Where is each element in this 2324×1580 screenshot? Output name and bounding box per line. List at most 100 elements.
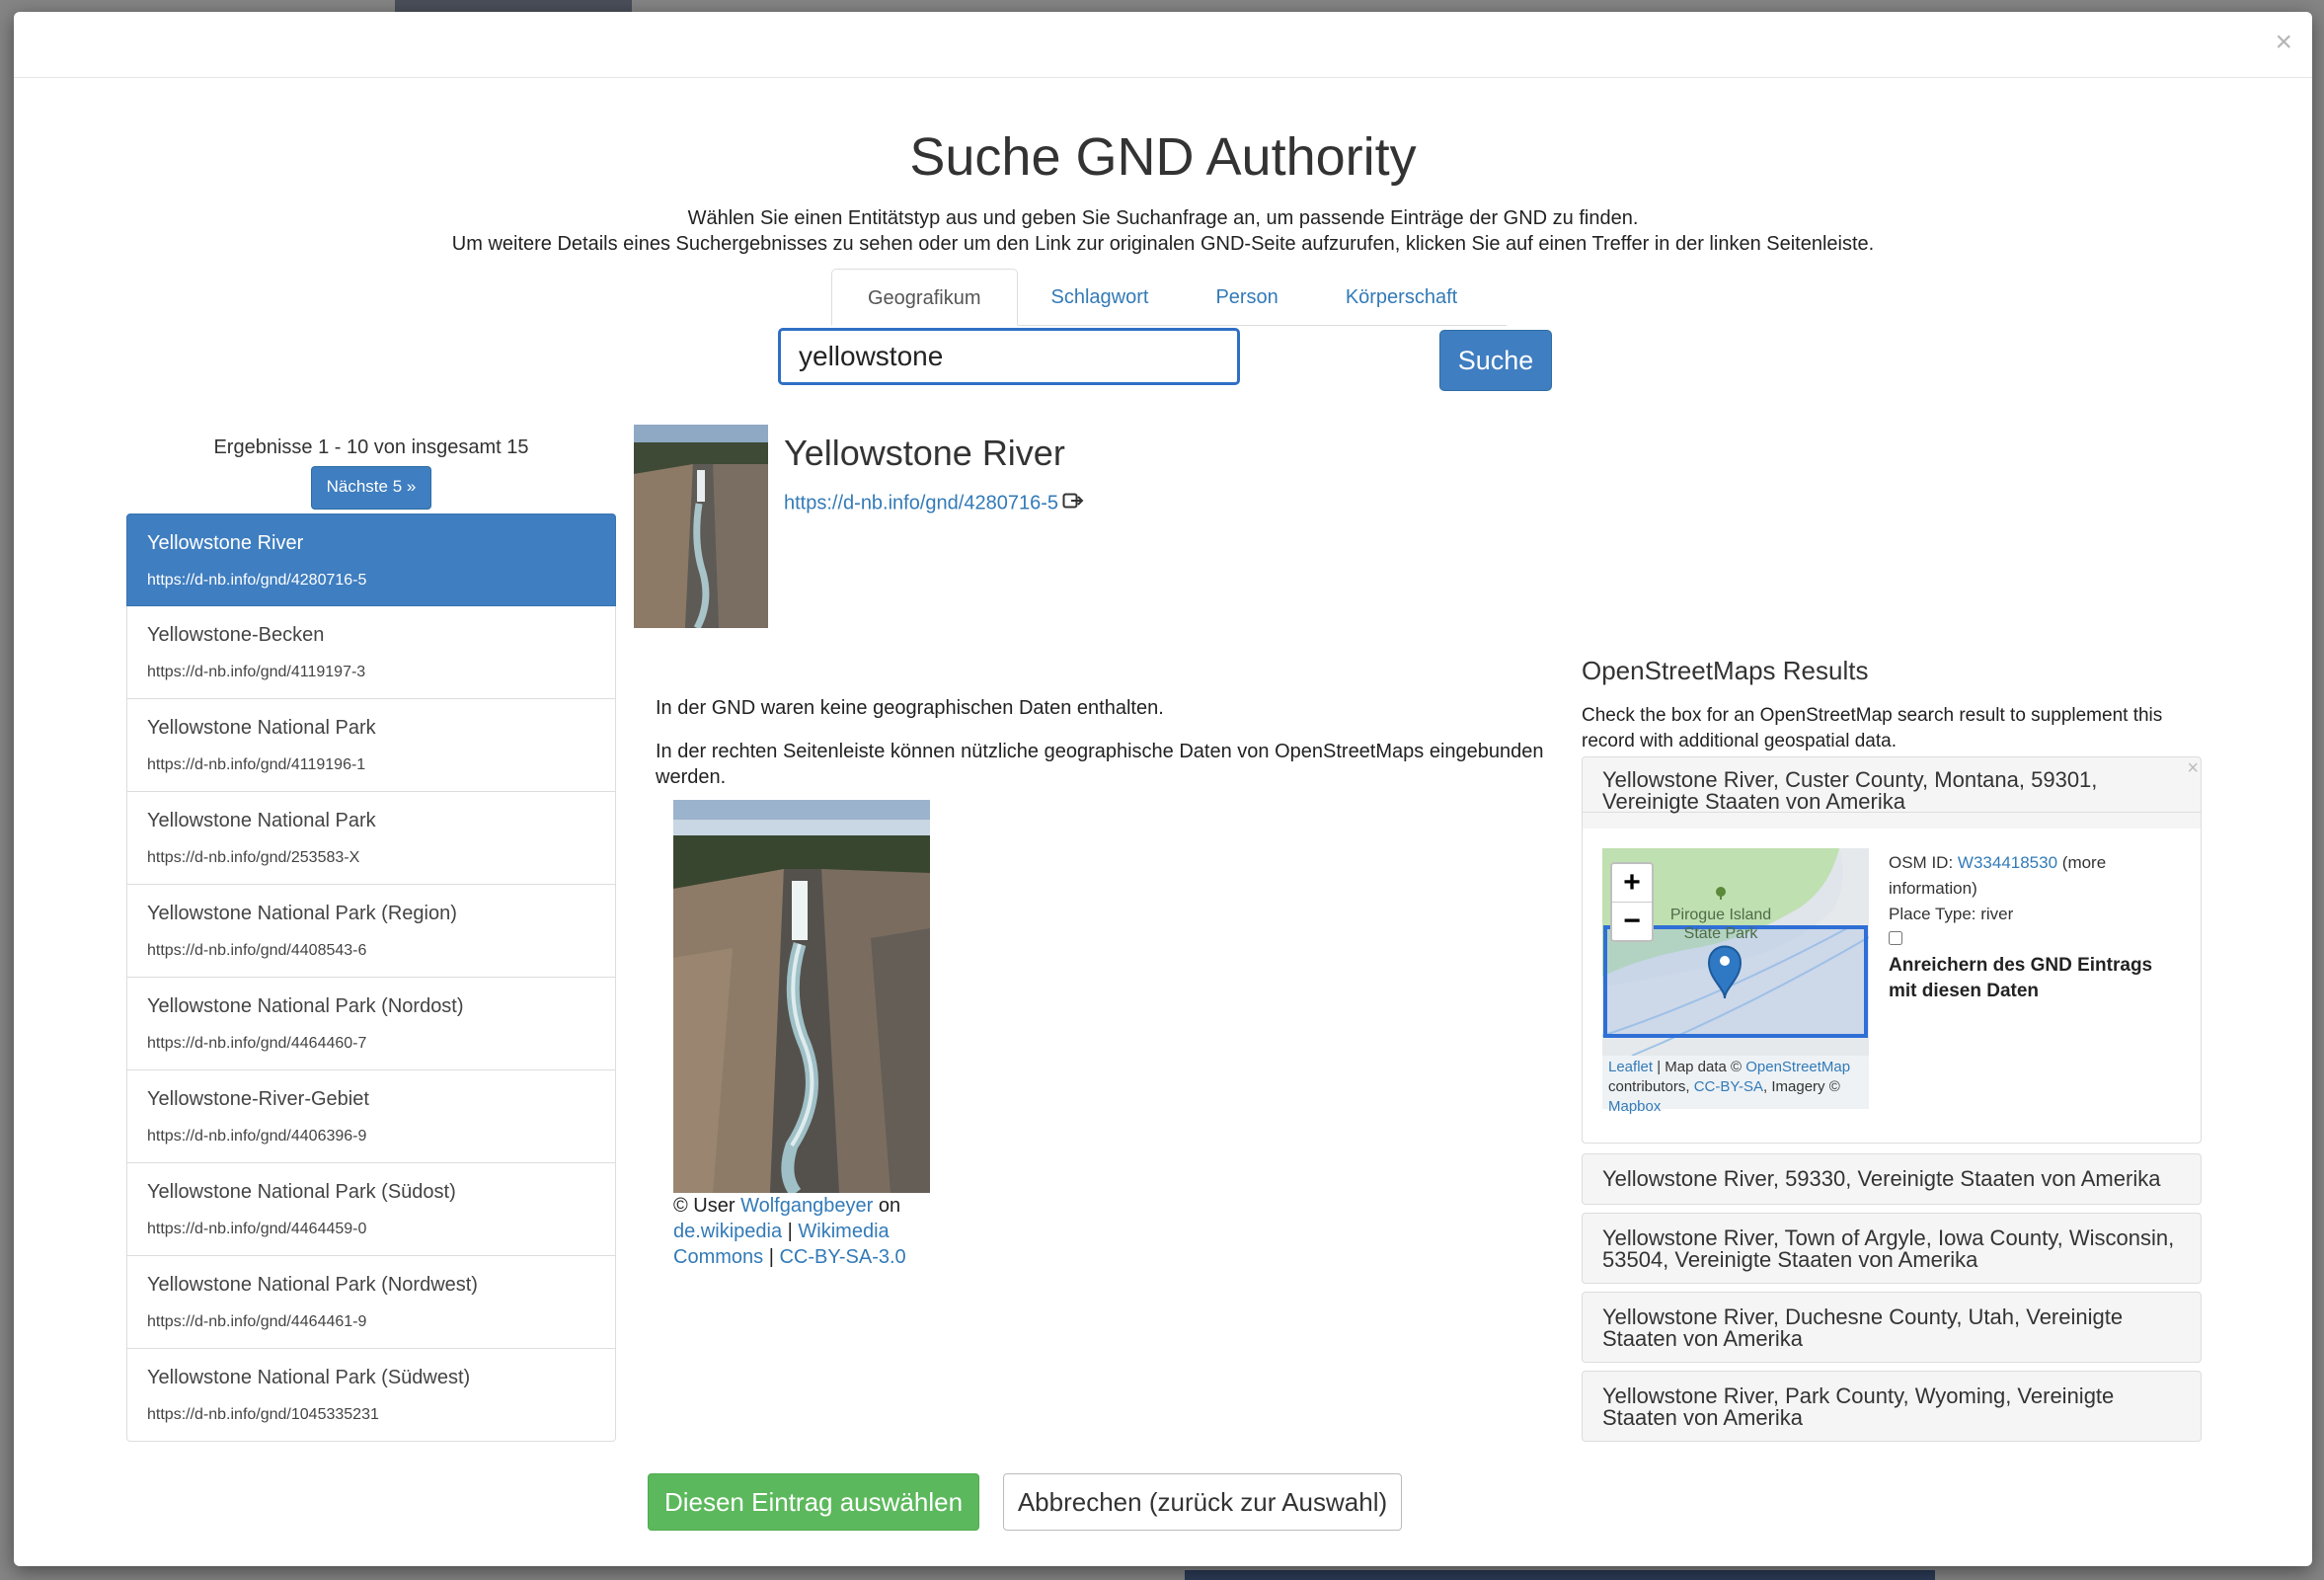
tab-schlagwort[interactable]: Schlagwort — [1018, 269, 1183, 326]
result-label: Yellowstone National Park (Nordost) — [147, 995, 464, 1017]
next-results-button[interactable]: Nächste 5 » — [311, 466, 431, 510]
tab-koerperschaft[interactable]: Körperschaft — [1312, 269, 1491, 326]
detail-info: In der GND waren keine geographischen Da… — [656, 695, 1544, 808]
map-zoom-control: + − — [1610, 862, 1654, 942]
modal-title: Suche GND Authority — [909, 127, 1417, 187]
result-item[interactable]: Yellowstone National Park (Südost) https… — [126, 1163, 616, 1256]
credit-user-link[interactable]: Wolfgangbeyer — [740, 1195, 873, 1217]
zoom-in-button[interactable]: + — [1612, 864, 1652, 903]
result-label: Yellowstone National Park (Südost) — [147, 1181, 456, 1203]
osm-result-title[interactable]: Yellowstone River, Custer County, Montan… — [1583, 757, 2201, 813]
result-item[interactable]: Yellowstone-River-Gebiet https://d-nb.in… — [126, 1070, 616, 1163]
result-label: Yellowstone River — [147, 532, 304, 554]
credit-separator: | — [787, 1221, 793, 1242]
result-url: https://d-nb.info/gnd/4119196-1 — [147, 756, 366, 773]
image-credit: © User Wolfgangbeyer on de.wikipedia | W… — [673, 1193, 930, 1270]
osm-result-panel[interactable]: Yellowstone River, 59330, Vereinigte Sta… — [1582, 1153, 2202, 1205]
osm-id-row: OSM ID: W334418530 (more information) — [1889, 850, 2185, 902]
credit-on: on — [878, 1195, 901, 1217]
select-entry-button[interactable]: Diesen Eintrag auswählen — [648, 1473, 979, 1531]
result-item[interactable]: Yellowstone National Park https://d-nb.i… — [126, 792, 616, 885]
canyon-thumbnail-image — [634, 425, 768, 628]
sidebar-hint-text: In der rechten Seitenleiste können nützl… — [656, 741, 1544, 788]
openstreetmap-link[interactable]: OpenStreetMap — [1745, 1059, 1850, 1075]
result-label: Yellowstone National Park — [147, 810, 376, 831]
osm-info: OSM ID: W334418530 (more information) Pl… — [1889, 850, 2185, 1004]
description-line-2: Um weitere Details eines Suchergebnisses… — [451, 233, 1875, 255]
attribution-text: | Map data © — [1657, 1059, 1743, 1075]
map-attribution: Leaflet | Map data © OpenStreetMap contr… — [1602, 1056, 1869, 1115]
modal-header: × — [14, 12, 2312, 78]
modal-description: Wählen Sie einen Entitätstyp aus und geb… — [14, 205, 2312, 257]
credit-license-link[interactable]: CC-BY-SA-3.0 — [779, 1246, 905, 1268]
detail-image — [673, 800, 930, 1193]
description-line-1: Wählen Sie einen Entitätstyp aus und geb… — [687, 207, 1639, 229]
detail-gnd-link[interactable]: https://d-nb.info/gnd/4280716-5 — [784, 492, 1084, 515]
mapbox-link[interactable]: Mapbox — [1608, 1098, 1661, 1115]
detail-link-text[interactable]: https://d-nb.info/gnd/4280716-5 — [784, 492, 1058, 514]
results-count: Ergebnisse 1 - 10 von insgesamt 15 — [213, 436, 529, 458]
no-geo-data-text: In der GND waren keine geographischen Da… — [656, 697, 1164, 719]
result-label: Yellowstone-River-Gebiet — [147, 1088, 369, 1110]
result-list: Yellowstone River https://d-nb.info/gnd/… — [126, 514, 616, 1442]
credit-wikipedia-link[interactable]: de.wikipedia — [673, 1221, 782, 1242]
result-url: https://d-nb.info/gnd/4464461-9 — [147, 1313, 367, 1330]
osm-result-title[interactable]: Yellowstone River, Park County, Wyoming,… — [1583, 1372, 2201, 1439]
attribution-text: , Imagery © — [1763, 1078, 1840, 1095]
place-type: Place Type: river — [1889, 905, 2014, 923]
search-button[interactable]: Suche — [1439, 330, 1552, 391]
result-label: Yellowstone National Park — [147, 717, 376, 739]
close-icon[interactable]: × — [2275, 26, 2292, 59]
gnd-search-modal: × Suche GND Authority Wählen Sie einen E… — [14, 12, 2312, 1566]
canyon-photo-image — [673, 800, 930, 1193]
external-link-icon[interactable] — [1062, 492, 1084, 515]
entity-type-tabs: Geografikum Schlagwort Person Körperscha… — [831, 269, 1491, 326]
result-url: https://d-nb.info/gnd/4464459-0 — [147, 1221, 367, 1237]
cc-by-sa-link[interactable]: CC-BY-SA — [1694, 1078, 1763, 1095]
enrich-label[interactable]: Anreichern des GND Eintrags mit diesen D… — [1889, 953, 2185, 1004]
osm-map[interactable]: Pirogue Island State Park + − — [1602, 848, 1869, 1056]
osm-result-body: Pirogue Island State Park + − Leaflet | … — [1583, 829, 2201, 1143]
result-url: https://d-nb.info/gnd/4406396-9 — [147, 1128, 367, 1145]
background-footer-strip — [1185, 1570, 1935, 1580]
detail-title: Yellowstone River — [784, 433, 1065, 473]
result-label: Yellowstone National Park (Region) — [147, 903, 457, 924]
osm-id-label: OSM ID: — [1889, 853, 1954, 872]
credit-separator: | — [768, 1246, 774, 1268]
result-url: https://d-nb.info/gnd/1045335231 — [147, 1406, 379, 1423]
osm-result-panel[interactable]: Yellowstone River, Town of Argyle, Iowa … — [1582, 1213, 2202, 1284]
attribution-text: contributors, — [1608, 1078, 1690, 1095]
credit-prefix: © User — [673, 1195, 736, 1217]
osm-result-panel[interactable]: Yellowstone River, Park County, Wyoming,… — [1582, 1371, 2202, 1442]
result-item[interactable]: Yellowstone-Becken https://d-nb.info/gnd… — [126, 606, 616, 699]
osm-result-panel[interactable]: Yellowstone River, Duchesne County, Utah… — [1582, 1292, 2202, 1363]
result-item[interactable]: Yellowstone National Park https://d-nb.i… — [126, 699, 616, 792]
result-item[interactable]: Yellowstone National Park (Südwest) http… — [126, 1349, 616, 1442]
result-item[interactable]: Yellowstone National Park (Nordost) http… — [126, 978, 616, 1070]
search-input[interactable] — [778, 328, 1240, 385]
osm-result-title[interactable]: Yellowstone River, Town of Argyle, Iowa … — [1583, 1214, 2201, 1281]
result-url: https://d-nb.info/gnd/253583-X — [147, 849, 360, 866]
result-label: Yellowstone National Park (Nordwest) — [147, 1274, 478, 1296]
cancel-button[interactable]: Abbrechen (zurück zur Auswahl) — [1003, 1473, 1402, 1531]
tab-geografikum[interactable]: Geografikum — [831, 269, 1018, 326]
zoom-out-button[interactable]: − — [1612, 903, 1652, 940]
result-label: Yellowstone National Park (Südwest) — [147, 1367, 471, 1388]
result-label: Yellowstone-Becken — [147, 624, 325, 646]
close-icon[interactable]: × — [2187, 757, 2199, 780]
result-item[interactable]: Yellowstone River https://d-nb.info/gnd/… — [126, 514, 616, 606]
result-item[interactable]: Yellowstone National Park (Region) https… — [126, 885, 616, 978]
osm-result-title[interactable]: Yellowstone River, 59330, Vereinigte Sta… — [1583, 1154, 2201, 1200]
osm-title: OpenStreetMaps Results — [1582, 656, 1869, 685]
result-url: https://d-nb.info/gnd/4464460-7 — [147, 1035, 367, 1052]
osm-result-title[interactable]: Yellowstone River, Duchesne County, Utah… — [1583, 1293, 2201, 1360]
osm-description: Check the box for an OpenStreetMap searc… — [1582, 705, 2163, 751]
enrich-checkbox[interactable] — [1889, 931, 1902, 945]
osm-id-link[interactable]: W334418530 — [1958, 853, 2057, 872]
result-url: https://d-nb.info/gnd/4280716-5 — [147, 572, 367, 589]
map-place-label: Pirogue Island — [1670, 907, 1771, 923]
result-item[interactable]: Yellowstone National Park (Nordwest) htt… — [126, 1256, 616, 1349]
leaflet-link[interactable]: Leaflet — [1608, 1059, 1653, 1075]
tab-person[interactable]: Person — [1182, 269, 1311, 326]
result-url: https://d-nb.info/gnd/4408543-6 — [147, 942, 367, 959]
